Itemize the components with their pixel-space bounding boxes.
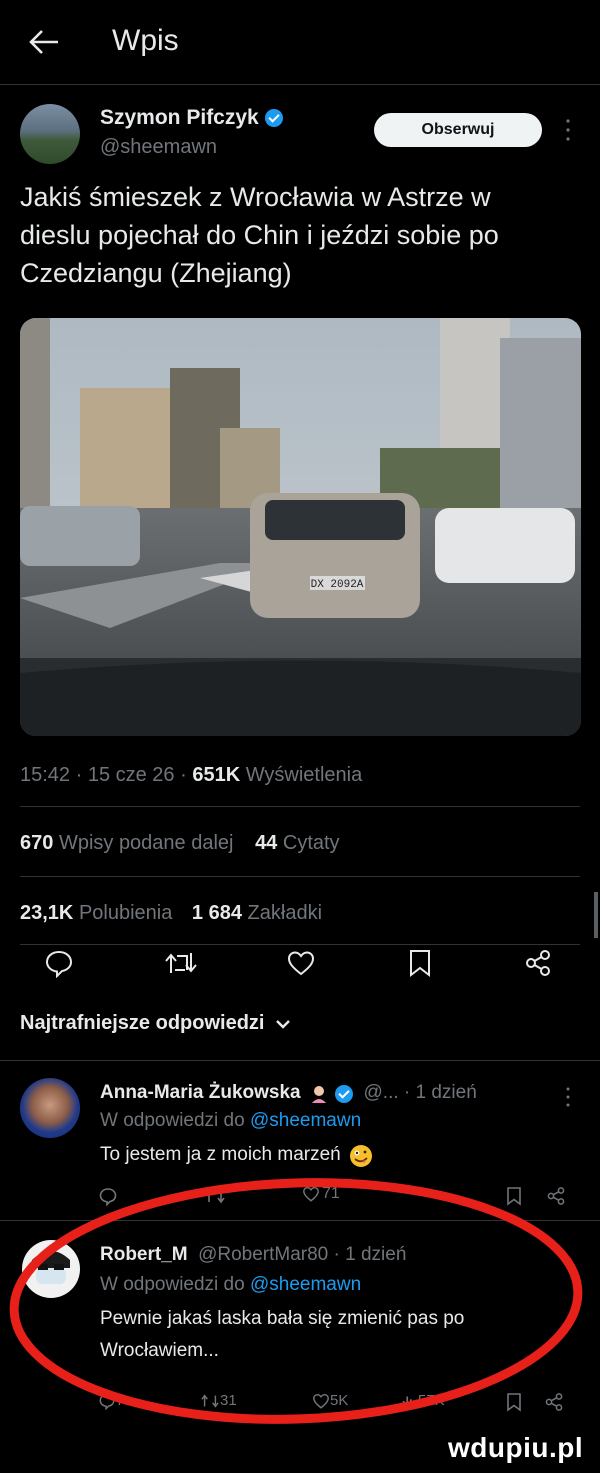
reply-1-avatar[interactable] xyxy=(20,1078,80,1138)
reply-1-reply-to: W odpowiedzi do @sheemawn xyxy=(100,1110,361,1132)
reply-2-avatar[interactable] xyxy=(22,1240,80,1298)
reply-1-name[interactable]: Anna-Maria Żukowska xyxy=(100,1082,301,1103)
meta-divider xyxy=(20,806,580,807)
quotes-count: 44 xyxy=(255,832,278,854)
license-plate: DX 2092A xyxy=(311,579,364,591)
reposts-label: Wpisy podane dalej xyxy=(58,832,234,854)
reposts-count: 670 xyxy=(20,832,54,854)
reply-1-verified-badge-icon xyxy=(335,1084,354,1103)
author-name-row[interactable]: Szymon Pifczyk xyxy=(100,106,283,130)
reply-2-comment[interactable]: 7 xyxy=(98,1392,124,1410)
quotes-stat[interactable]: 44 Cytaty xyxy=(255,832,340,854)
reply-1-like-count: 71 xyxy=(322,1185,340,1203)
reply-2-share-icon[interactable] xyxy=(544,1392,564,1412)
views-count: 651K xyxy=(192,764,241,786)
reposts-stat[interactable]: 670 Wpisy podane dalej xyxy=(20,832,239,854)
replies-sort-header[interactable]: Najtrafniejsze odpowiedzi xyxy=(20,1012,290,1035)
author-name[interactable]: Szymon Pifczyk xyxy=(100,106,259,129)
reply-2-header: Robert_M @RobertMar80 · 1 dzień xyxy=(100,1244,406,1266)
stats-divider-2 xyxy=(20,944,580,945)
reply-2-reply-to-prefix: W odpowiedzi do xyxy=(100,1274,250,1295)
post-image[interactable]: DX 2092A xyxy=(20,318,581,736)
reply-1-divider xyxy=(0,1220,600,1221)
reply-1-text-row: To jestem ja z moich marzeń xyxy=(100,1144,373,1168)
follow-button[interactable]: Obserwuj xyxy=(374,113,542,147)
reply-2-repost[interactable]: 31 xyxy=(200,1392,237,1410)
reply-1-meta: @... · 1 dzień xyxy=(363,1082,477,1103)
repost-icon[interactable] xyxy=(163,948,199,978)
reply-2-views-count: 57K xyxy=(418,1392,445,1410)
person-emoji-icon xyxy=(309,1084,329,1104)
likes-bookmarks-row: 23,1K Polubienia 1 684 Zakładki xyxy=(20,902,322,925)
stats-divider-1 xyxy=(20,876,580,877)
more-options-icon[interactable] xyxy=(564,118,572,142)
reply-2-text-line-2: Wrocławiem... xyxy=(100,1340,219,1361)
zany-face-emoji-icon xyxy=(349,1144,373,1168)
reply-1-reply-to-handle[interactable]: @sheemawn xyxy=(250,1110,361,1131)
reply-2-views-icon xyxy=(400,1392,418,1410)
reply-2-like-icon xyxy=(312,1392,330,1410)
reply-2-comment-count: 7 xyxy=(116,1392,125,1410)
reply-2-like-count: 5K xyxy=(330,1392,349,1410)
reply-1-more-icon[interactable] xyxy=(564,1086,572,1108)
reply-1-like-icon xyxy=(302,1185,320,1203)
scrollbar-thumb[interactable] xyxy=(594,892,598,938)
page-title: Wpis xyxy=(112,24,179,57)
annotation-ellipse xyxy=(8,1170,584,1432)
post-timestamp: 15:42 · 15 cze 26 · xyxy=(20,764,193,786)
post-meta: 15:42 · 15 cze 26 · 651K Wyświetlenia xyxy=(20,764,362,787)
reposts-quotes-row: 670 Wpisy podane dalej 44 Cytaty xyxy=(20,832,340,855)
bookmarks-count: 1 684 xyxy=(191,902,242,924)
reply-2-repost-icon xyxy=(200,1392,220,1410)
reply-2-bookmark-icon[interactable] xyxy=(506,1392,522,1412)
like-heart-icon[interactable] xyxy=(286,948,316,978)
header-divider xyxy=(0,84,600,85)
reply-1-share-icon[interactable] xyxy=(546,1186,566,1206)
views-label: Wyświetlenia xyxy=(245,764,363,786)
author-avatar[interactable] xyxy=(20,104,80,164)
verified-badge-icon xyxy=(264,109,283,128)
reply-2-repost-count: 31 xyxy=(220,1392,237,1410)
bookmark-icon[interactable] xyxy=(407,948,433,978)
watermark: wdupiu.pl xyxy=(448,1432,584,1463)
reply-2-views[interactable]: 57K xyxy=(400,1392,445,1410)
likes-stat[interactable]: 23,1K Polubienia xyxy=(20,902,178,924)
quotes-label: Cytaty xyxy=(282,832,340,854)
replies-sort-label: Najtrafniejsze odpowiedzi xyxy=(20,1012,265,1034)
bookmarks-stat[interactable]: 1 684 Zakładki xyxy=(192,902,322,924)
reply-1-like[interactable]: 71 xyxy=(302,1185,340,1203)
reply-2-like[interactable]: 5K xyxy=(312,1392,348,1410)
reply-2-text-line-1: Pewnie jakaś laska bała się zmienić pas … xyxy=(100,1308,465,1329)
likes-label: Polubienia xyxy=(78,902,173,924)
reply-1-text: To jestem ja z moich marzeń xyxy=(100,1144,341,1166)
reply-2-name[interactable]: Robert_M xyxy=(100,1244,188,1265)
likes-count: 23,1K xyxy=(20,902,74,924)
reply-2-reply-to: W odpowiedzi do @sheemawn xyxy=(100,1274,361,1296)
reply-2-reply-to-handle[interactable]: @sheemawn xyxy=(250,1274,361,1295)
reply-2-meta: @RobertMar80 · 1 dzień xyxy=(198,1244,407,1265)
reply-1-comment-icon[interactable] xyxy=(98,1186,118,1206)
reply-1-bookmark-icon[interactable] xyxy=(506,1186,522,1206)
reply-1-repost-icon[interactable] xyxy=(204,1186,226,1206)
share-icon[interactable] xyxy=(523,948,553,978)
back-arrow-icon[interactable] xyxy=(28,28,60,56)
replies-header-divider xyxy=(0,1060,600,1061)
bookmarks-label: Zakładki xyxy=(247,902,323,924)
author-handle[interactable]: @sheemawn xyxy=(100,136,217,159)
reply-1-reply-to-prefix: W odpowiedzi do xyxy=(100,1110,250,1131)
chevron-down-icon xyxy=(276,1019,290,1029)
reply-icon[interactable] xyxy=(44,948,74,978)
reply-1-header: Anna-Maria Żukowska @... · 1 dzień xyxy=(100,1082,477,1104)
reply-2-comment-icon xyxy=(98,1392,116,1410)
post-text: Jakiś śmieszek z Wrocławia w Astrze w di… xyxy=(20,182,499,288)
